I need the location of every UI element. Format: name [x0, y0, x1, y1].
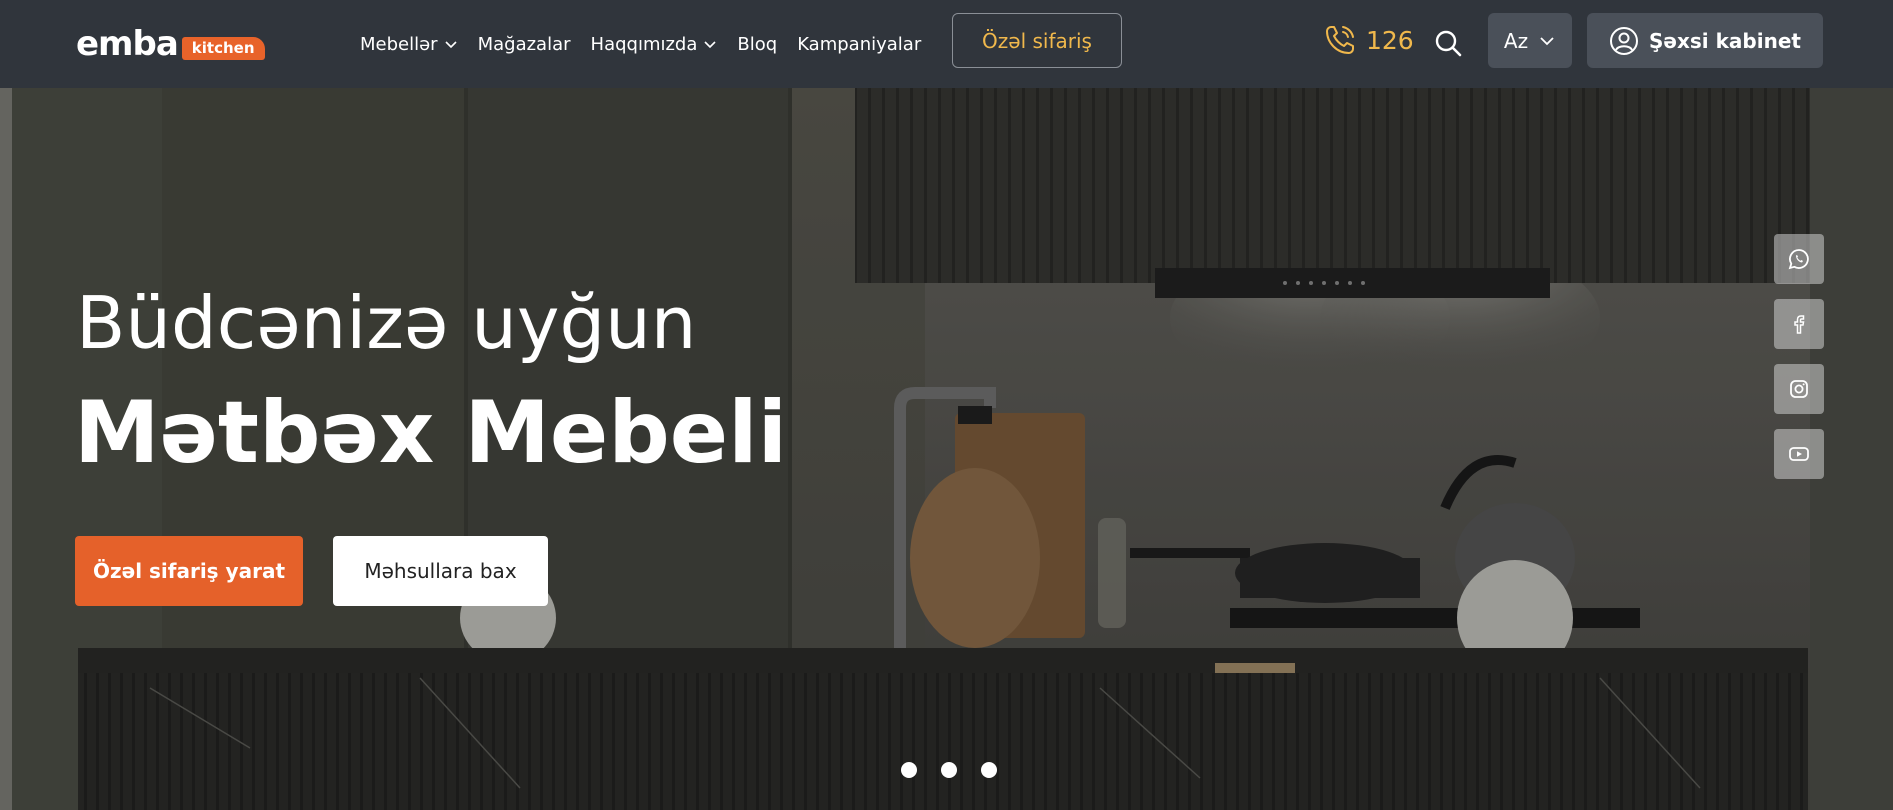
main-nav: Mebellər Mağazalar Haqqımızda Bloq Kampa…: [360, 0, 941, 88]
nav-item-label: Haqqımızda: [590, 33, 698, 55]
chevron-down-icon: [1540, 36, 1554, 45]
nav-item-bloq[interactable]: Bloq: [737, 34, 777, 55]
logo[interactable]: emba kitchen: [76, 27, 265, 61]
create-special-order-button[interactable]: Özəl sifariş yarat: [75, 536, 303, 606]
user-circle-icon: [1610, 26, 1639, 55]
personal-cabinet-button[interactable]: Şəxsi kabinet: [1587, 13, 1823, 68]
nav-item-label: Kampaniyalar: [797, 33, 922, 55]
language-value: Az: [1503, 28, 1529, 53]
whatsapp-icon: [1788, 249, 1809, 270]
search-icon[interactable]: [1432, 27, 1464, 59]
instagram-button[interactable]: [1774, 364, 1824, 414]
chevron-down-icon: [704, 41, 716, 49]
site-header: emba kitchen Mebellər Mağazalar Haqqımız…: [0, 0, 1893, 88]
hero-banner: Büdcənizə uyğun Mətbəx Mebeli Özəl sifar…: [0, 88, 1893, 810]
youtube-icon: [1789, 447, 1809, 461]
instagram-icon: [1790, 380, 1808, 398]
logo-tag: kitchen: [181, 36, 265, 60]
facebook-button[interactable]: [1774, 299, 1824, 349]
phone-icon: [1326, 26, 1354, 54]
view-products-button[interactable]: Məhsullara bax: [333, 536, 548, 606]
nav-item-label: Mebellər: [360, 33, 438, 55]
slider-dots: [901, 762, 1021, 778]
phone-link[interactable]: 126: [1322, 22, 1414, 58]
slider-dot-3[interactable]: [981, 762, 997, 778]
logo-wordmark: emba: [76, 24, 179, 64]
nav-item-magazalar[interactable]: Mağazalar: [478, 34, 571, 55]
nav-item-label: Mağazalar: [477, 33, 571, 55]
chevron-down-icon: [445, 41, 457, 49]
nav-item-label: Bloq: [737, 33, 778, 55]
hero-subtitle: Büdcənizə uyğun: [76, 281, 697, 365]
social-links: [1774, 234, 1824, 494]
cabinet-label: Şəxsi kabinet: [1649, 28, 1801, 53]
youtube-button[interactable]: [1774, 429, 1824, 479]
special-order-button[interactable]: Özəl sifariş: [952, 13, 1122, 68]
slider-dot-2[interactable]: [941, 762, 957, 778]
hero-title: Mətbəx Mebeli: [74, 383, 788, 483]
nav-item-kampaniyalar[interactable]: Kampaniyalar: [797, 34, 921, 55]
language-select[interactable]: Az: [1488, 13, 1572, 68]
nav-item-haqqimizda[interactable]: Haqqımızda: [591, 34, 718, 55]
whatsapp-button[interactable]: [1774, 234, 1824, 284]
phone-number: 126: [1366, 25, 1414, 55]
facebook-icon: [1794, 315, 1805, 334]
slider-dot-1[interactable]: [901, 762, 917, 778]
nav-item-mebeller[interactable]: Mebellər: [360, 34, 458, 55]
